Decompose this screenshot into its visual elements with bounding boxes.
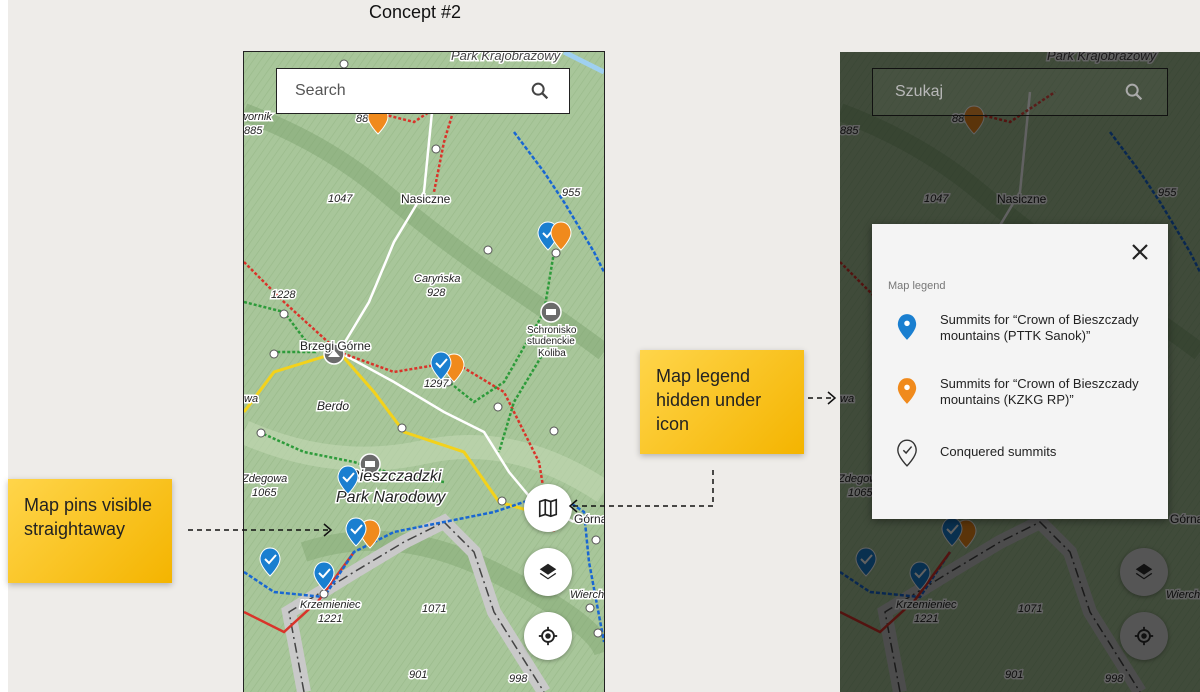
map-label-955: 955 <box>562 187 581 199</box>
map-label-schronisko: Schronisko <box>527 325 577 336</box>
map-label-brzegi: Brzegi Górne <box>300 339 371 353</box>
layers-button-dimmed <box>1120 548 1168 596</box>
search-input-dimmed: Szukaj <box>895 83 944 100</box>
close-icon[interactable] <box>1130 242 1150 262</box>
legend-item-text: Conquered summits <box>940 444 1057 459</box>
map-label-1221: 1221 <box>318 613 342 625</box>
map-label-park-narodowy: Park Narodowy <box>336 489 446 506</box>
map-label-nasiczne: Nasiczne <box>401 192 451 206</box>
map-label-1047: 1047 <box>328 193 353 205</box>
legend-item-pttk: Summits for “Crown of Bieszczady mountai… <box>892 312 1162 344</box>
my-location-icon <box>538 626 558 646</box>
my-location-button[interactable] <box>524 612 572 660</box>
layers-icon <box>539 563 557 580</box>
legend-title: Map legend <box>888 280 946 292</box>
map-label-bieszczadzki: Bieszczadzki <box>349 468 442 485</box>
map-label-928: 928 <box>427 287 446 299</box>
map-legend-button[interactable] <box>524 484 572 532</box>
legend-item-kzkg: Summits for “Crown of Bieszczady mountai… <box>892 376 1162 408</box>
my-location-icon <box>1134 626 1154 646</box>
map-label-1228: 1228 <box>271 289 296 301</box>
map-legend-dialog: Map legend Summits for “Crown of Bieszcz… <box>872 224 1168 519</box>
map-label-studenckie: studenckie <box>527 336 575 347</box>
blue-pin-icon <box>897 314 917 340</box>
search-bar[interactable]: Search <box>276 68 570 114</box>
legend-item-text: Summits for “Crown of Bieszczady mountai… <box>940 312 1139 343</box>
search-icon <box>1125 83 1143 101</box>
phone-screen-left: Park Krajobrazowy wornik 885 888 1047 Na… <box>243 51 605 692</box>
concept-title: Concept #2 <box>369 2 462 22</box>
phone-screen-right: Park Krajobrazowy 885 888 1047 Nasiczne … <box>840 52 1200 692</box>
topographic-map[interactable]: Park Krajobrazowy wornik 885 888 1047 Na… <box>244 52 604 692</box>
map-label-zdegowa: Zdegowa <box>244 473 287 485</box>
layers-button[interactable] <box>524 548 572 596</box>
map-label-885: 885 <box>244 125 263 137</box>
my-location-button-dimmed <box>1120 612 1168 660</box>
map-label-berdo: Berdo <box>317 399 349 413</box>
layers-icon <box>1135 563 1153 580</box>
map-label-998: 998 <box>509 673 528 685</box>
map-label-wa: wa <box>244 393 258 405</box>
conquered-pin-icon <box>897 439 917 467</box>
search-bar-dimmed: Szukaj <box>872 68 1168 116</box>
sticky-note-legend: Map legend hidden under icon <box>640 350 804 454</box>
map-label-wolnik: wornik <box>244 111 272 123</box>
map-label-1071: 1071 <box>422 603 446 615</box>
map-label-gorna: Górna <box>574 512 604 526</box>
sticky-note-pins: Map pins visible straightaway <box>8 479 172 583</box>
search-icon[interactable] <box>529 80 551 102</box>
map-label-901: 901 <box>409 669 427 681</box>
map-label-park-top: Park Krajobrazowy <box>451 52 562 63</box>
map-legend-icon <box>538 498 558 518</box>
map-label-krzemieniec: Krzemieniec <box>300 599 361 611</box>
map-label-carynska: Caryńska <box>414 273 460 285</box>
orange-pin-icon <box>897 378 917 404</box>
legend-item-conquered: Conquered summits <box>892 438 1162 468</box>
legend-item-text: Summits for “Crown of Bieszczady mountai… <box>940 376 1139 407</box>
search-input[interactable]: Search <box>295 82 529 100</box>
map-label-wierch: Wierch <box>570 589 604 601</box>
map-label-koliba: Koliba <box>538 348 566 359</box>
map-label-1297: 1297 <box>424 378 449 390</box>
map-label-1065: 1065 <box>252 487 277 499</box>
